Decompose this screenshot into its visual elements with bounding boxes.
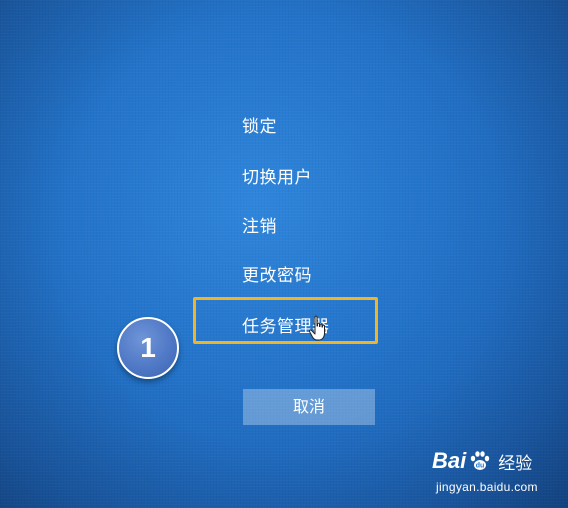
cancel-button[interactable]: 取消 bbox=[243, 389, 375, 425]
step-number-badge: 1 bbox=[117, 317, 179, 379]
change-password-option[interactable]: 更改密码 bbox=[242, 261, 312, 286]
watermark-product: 经验 bbox=[498, 453, 533, 474]
baidu-jingyan-watermark: Bai du du 经验 jingyan.baidu.com bbox=[432, 446, 562, 504]
hand-cursor-icon bbox=[308, 315, 325, 341]
paw-icon: du bbox=[471, 451, 490, 470]
switch-user-option[interactable]: 切换用户 bbox=[242, 163, 312, 188]
screen-texture bbox=[0, 0, 568, 508]
sign-out-option[interactable]: 注销 bbox=[242, 212, 277, 237]
watermark-url: jingyan.baidu.com bbox=[436, 480, 538, 494]
lock-option[interactable]: 锁定 bbox=[242, 112, 277, 137]
task-manager-highlight bbox=[193, 297, 378, 344]
svg-text:du: du bbox=[476, 463, 485, 470]
screen-vignette bbox=[0, 0, 568, 508]
watermark-brand-left: Bai bbox=[432, 448, 467, 473]
